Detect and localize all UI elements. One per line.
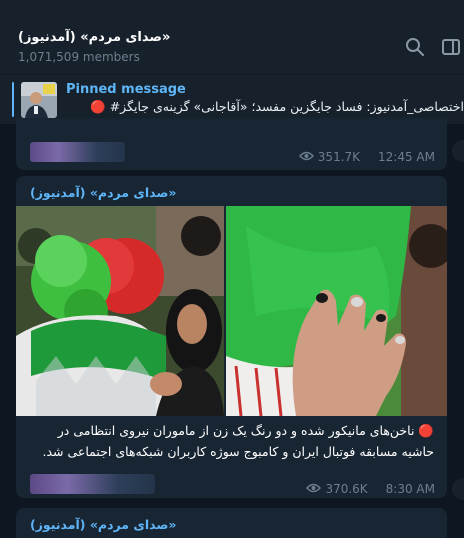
pinned-label: Pinned message — [66, 82, 186, 97]
pinned-text: اختصاصی_آمدنیوز: فساد جایگزین مفسد؛ «آقا… — [90, 99, 464, 114]
photo-fans[interactable] — [16, 206, 224, 416]
message-bubble: 351.7K 12:45 AM — [16, 118, 447, 170]
views-count: 351.7K — [317, 150, 361, 164]
search-icon[interactable] — [404, 36, 426, 58]
share-icon[interactable] — [452, 140, 464, 162]
message-meta: 351.7K 12:45 AM — [298, 150, 435, 164]
member-count: 1,071,509 members — [18, 50, 140, 64]
chat-header: (صدای مردم» (آمدنیوز» 1,071,509 members — [0, 0, 464, 74]
views-icon — [298, 150, 314, 164]
views-count: 370.6K — [325, 482, 368, 496]
reactions-bar[interactable] — [30, 474, 155, 494]
share-icon[interactable] — [452, 478, 464, 500]
pinned-thumbnail — [21, 82, 57, 118]
reactions-bar[interactable] — [30, 142, 125, 162]
message-bubble: (صدای مردم» (آمدنیوز» — [16, 508, 447, 538]
sender-name[interactable]: (صدای مردم» (آمدنیوز» — [30, 185, 177, 200]
pinned-message-bar[interactable]: Pinned message اختصاصی_آمدنیوز: فساد جای… — [0, 74, 464, 124]
message-caption: 🔴 ناخن‌های مانیکور شده و دو رنگ یک زن از… — [42, 423, 434, 459]
message-time: 12:45 AM — [378, 150, 435, 164]
photo-hand-closeup[interactable] — [226, 206, 447, 416]
pinned-accent-line — [12, 82, 14, 117]
message-bubble: (صدای مردم» (آمدنیوز» — [16, 176, 447, 498]
sender-name[interactable]: (صدای مردم» (آمدنیوز» — [30, 517, 177, 532]
channel-title[interactable]: (صدای مردم» (آمدنیوز» — [18, 30, 170, 45]
message-time: 8:30 AM — [385, 482, 435, 496]
sidebar-toggle-icon[interactable] — [440, 36, 462, 58]
message-meta: 370.6K 8:30 AM — [306, 482, 435, 496]
views-icon — [306, 482, 322, 496]
